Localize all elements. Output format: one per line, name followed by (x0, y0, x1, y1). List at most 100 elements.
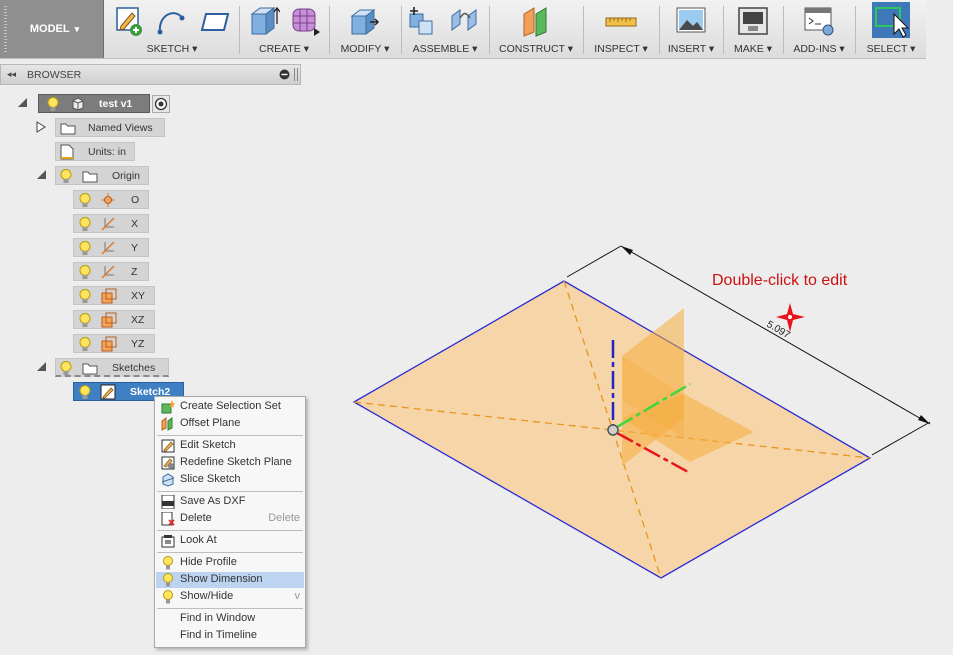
insert-group: INSERT ▾ (662, 0, 720, 58)
menu-item-label: Find in Window (180, 612, 256, 624)
chevron-down-icon[interactable]: ▾ (839, 43, 844, 55)
lightbulb-icon[interactable] (79, 193, 91, 208)
dimension-extension-line (871, 421, 931, 456)
plane-icon (101, 336, 117, 352)
lightbulb-icon[interactable] (79, 289, 91, 304)
lightbulb-icon[interactable] (79, 241, 91, 256)
menu-show-dimension[interactable]: Show Dimension (156, 572, 304, 588)
origin-item-label: X (131, 218, 139, 230)
menu-delete[interactable]: Delete Delete (156, 511, 304, 527)
measure-icon[interactable] (604, 4, 638, 38)
tree-units[interactable]: Units: in (55, 142, 135, 161)
tree-sketches[interactable]: Sketches (55, 358, 169, 377)
workspace-switcher[interactable]: MODEL ▾ (0, 0, 104, 58)
create-sketch-icon[interactable] (112, 4, 146, 38)
chevron-down-icon[interactable]: ▾ (472, 43, 477, 55)
3d-print-icon[interactable] (736, 4, 770, 38)
menu-find-in-window[interactable]: Find in Window (156, 611, 304, 627)
tree-plane-xy[interactable]: XY (73, 286, 155, 305)
assemble-label[interactable]: ASSEMBLE (413, 43, 470, 55)
lightbulb-icon[interactable] (79, 217, 91, 232)
press-pull-icon[interactable] (348, 4, 382, 38)
menu-save-as-dxf[interactable]: Save As DXF (156, 494, 304, 510)
canvas-viewport[interactable]: 5.097 (302, 58, 953, 655)
menu-shortcut: v (294, 590, 301, 602)
browser-pin-icon[interactable] (279, 69, 290, 80)
collapsed-triangle-icon[interactable] (36, 121, 46, 133)
tree-axis-z[interactable]: Z (73, 262, 149, 281)
collapse-browser-icon[interactable]: ◂◂ (7, 69, 16, 80)
tree-plane-yz[interactable]: YZ (73, 334, 155, 353)
lightbulb-icon (163, 590, 173, 604)
lightbulb-icon[interactable] (79, 313, 91, 328)
lightbulb-icon[interactable] (47, 97, 59, 112)
origin-point-icon (101, 193, 115, 207)
chevron-down-icon[interactable]: ▾ (384, 43, 389, 55)
tree-axis-y[interactable]: Y (73, 238, 149, 257)
chevron-down-icon[interactable]: ▾ (709, 43, 714, 55)
menu-show-hide[interactable]: Show/Hide v (156, 589, 304, 605)
browser-title: BROWSER (27, 69, 82, 81)
form-icon[interactable] (288, 4, 322, 38)
scripts-icon[interactable] (802, 4, 836, 38)
tree-root-test-v1[interactable]: test v1 (38, 94, 150, 113)
menu-hide-profile[interactable]: Hide Profile (156, 555, 304, 571)
expanded-triangle-icon[interactable] (36, 361, 47, 372)
origin-item-label: XZ (131, 314, 145, 326)
expanded-triangle-icon[interactable] (17, 97, 28, 108)
tree-axis-x[interactable]: X (73, 214, 149, 233)
sketches-label: Sketches (112, 362, 156, 374)
menu-offset-plane[interactable]: Offset Plane (156, 416, 304, 432)
origin-item-label: Y (131, 242, 139, 254)
sketch-label[interactable]: SKETCH (147, 43, 190, 55)
chevron-down-icon[interactable]: ▾ (192, 43, 197, 55)
chevron-down-icon[interactable]: ▾ (767, 43, 772, 55)
lightbulb-icon[interactable] (79, 337, 91, 352)
menu-slice-sketch[interactable]: Slice Sketch (156, 472, 304, 488)
insert-label[interactable]: INSERT (668, 43, 706, 55)
new-component-icon[interactable] (406, 4, 440, 38)
chevron-down-icon[interactable]: ▾ (910, 43, 915, 55)
rectangle-icon[interactable] (196, 4, 230, 38)
tree-origin-point[interactable]: O (73, 190, 149, 209)
select-label[interactable]: SELECT (867, 43, 908, 55)
slice-icon (161, 473, 175, 487)
menu-find-in-timeline[interactable]: Find in Timeline (156, 628, 304, 644)
extrude-icon[interactable] (246, 4, 280, 38)
chevron-down-icon[interactable]: ▾ (568, 43, 573, 55)
tree-origin[interactable]: Origin (55, 166, 149, 185)
origin-point[interactable] (607, 424, 619, 436)
menu-edit-sketch[interactable]: Edit Sketch (156, 438, 304, 454)
menu-look-at[interactable]: Look At (156, 533, 304, 549)
tree-named-views[interactable]: Named Views (55, 118, 165, 137)
offset-plane-icon (161, 417, 173, 431)
panel-splitter[interactable] (294, 68, 298, 81)
construct-plane-icon[interactable] (520, 4, 554, 38)
chevron-down-icon[interactable]: ▾ (304, 43, 309, 55)
menu-redefine-sketch-plane[interactable]: Redefine Sketch Plane (156, 455, 304, 471)
chevron-down-icon[interactable]: ▾ (642, 43, 647, 55)
browser-header: ◂◂ BROWSER (0, 64, 301, 85)
lightbulb-icon[interactable] (79, 265, 91, 280)
construct-label[interactable]: CONSTRUCT (499, 43, 565, 55)
create-label[interactable]: CREATE (259, 43, 301, 55)
add-ins-label[interactable]: ADD-INS (793, 43, 836, 55)
joint-icon[interactable] (448, 4, 482, 38)
insert-image-icon[interactable] (674, 4, 708, 38)
lightbulb-icon[interactable] (79, 385, 91, 400)
modify-label[interactable]: MODIFY (341, 43, 382, 55)
lightbulb-icon[interactable] (60, 361, 72, 376)
construct-group: CONSTRUCT ▾ (492, 0, 580, 58)
activate-component-icon[interactable] (152, 95, 170, 113)
tree-plane-xz[interactable]: XZ (73, 310, 155, 329)
menu-create-selection-set[interactable]: Create Selection Set (156, 399, 304, 415)
select-icon[interactable] (872, 2, 910, 38)
arc-icon[interactable] (154, 4, 188, 38)
inspect-label[interactable]: INSPECT (594, 43, 639, 55)
menu-shortcut: Delete (268, 512, 300, 524)
make-label[interactable]: MAKE (734, 43, 764, 55)
menu-item-label: Delete (180, 512, 212, 524)
expanded-triangle-icon[interactable] (36, 169, 47, 180)
lightbulb-icon[interactable] (60, 169, 72, 184)
menu-item-label: Show Dimension (180, 573, 263, 585)
